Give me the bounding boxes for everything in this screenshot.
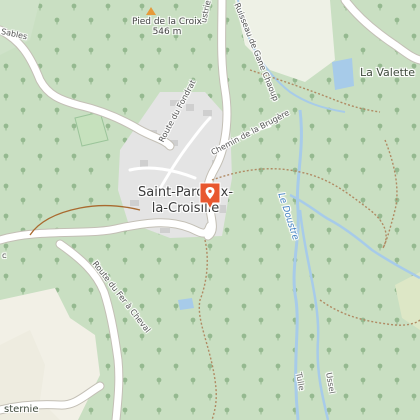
pond-south — [178, 298, 194, 310]
place-bottom-label: sternie — [4, 404, 39, 415]
hamlet-label: La Valette — [360, 66, 415, 79]
peak-name: Pied de la Croix — [132, 17, 202, 27]
peak-label: Pied de la Croix 546 m — [132, 17, 202, 38]
peak-elevation: 546 m — [152, 27, 182, 38]
map-marker-icon — [199, 182, 221, 210]
map-view[interactable]: Pied de la Croix 546 m Saint-Pardoux- la… — [0, 0, 420, 420]
lake-la-valette — [332, 58, 354, 90]
river-tulle-label: Tulle — [294, 371, 307, 392]
edge-label: c — [2, 251, 7, 260]
location-pin[interactable] — [199, 182, 221, 210]
